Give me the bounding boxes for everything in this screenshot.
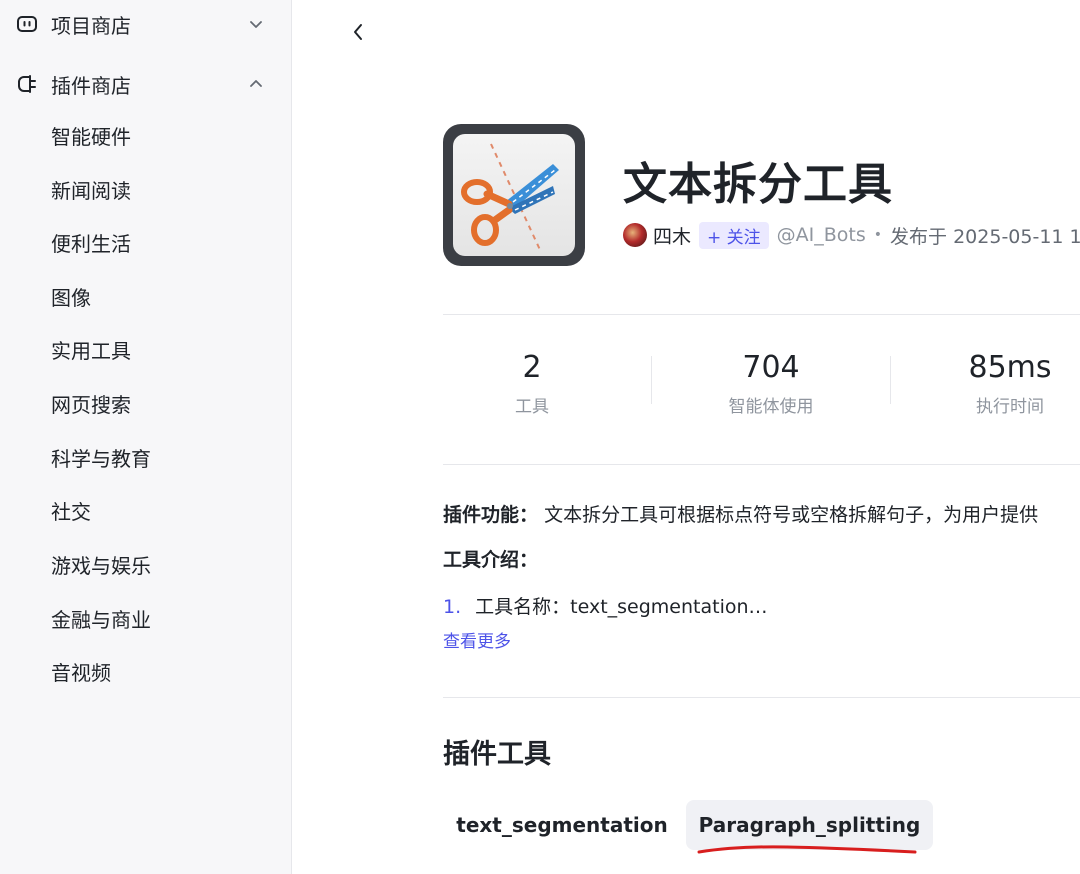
stat-tools: 2 工具 (442, 348, 622, 417)
sidebar-item-science[interactable]: 科学与教育 (51, 443, 271, 475)
sidebar-item-audio-video[interactable]: 音视频 (51, 657, 271, 689)
stat-value: 2 (522, 350, 542, 385)
list-index: 1. (443, 596, 462, 618)
plugin-detail: 文本拆分工具 四木 + 关注 @AI_Bots • 发布于 2025-05-11… (293, 0, 1080, 874)
stat-label: 工具 (515, 397, 549, 417)
sidebar: 项目商店 插件商店 智能硬件 新闻阅读 便利生活 图像 实用工具 网页搜索 科学… (0, 0, 292, 874)
tool-intro-text: 工具名称：text_segmentation… (475, 596, 768, 618)
sidebar-item-news[interactable]: 新闻阅读 (51, 175, 271, 207)
back-button[interactable] (345, 20, 371, 48)
author-meta: 四木 + 关注 @AI_Bots • 发布于 2025-05-11 1 (623, 220, 1080, 250)
stat-exec-time: 85ms 执行时间 (920, 348, 1080, 417)
red-annotation-underline (697, 845, 917, 854)
author-handle: @AI_Bots (776, 224, 866, 246)
tool-intro-heading: 工具介绍： (443, 549, 539, 571)
chevron-up-icon (246, 74, 266, 94)
meta-separator: • (873, 227, 883, 243)
divider (443, 464, 1080, 465)
sidebar-group-label: 插件商店 (51, 73, 131, 98)
chevron-left-icon (351, 22, 365, 46)
robot-icon (14, 11, 40, 37)
plug-icon (14, 71, 40, 97)
stat-divider (651, 356, 652, 404)
plugin-tools-heading: 插件工具 (443, 739, 551, 770)
sidebar-item-games[interactable]: 游戏与娱乐 (51, 550, 271, 582)
view-more-link[interactable]: 查看更多 (443, 627, 511, 652)
chevron-down-icon (246, 14, 266, 34)
author-name[interactable]: 四木 (653, 222, 691, 249)
divider (443, 314, 1080, 315)
divider (443, 697, 1080, 698)
sidebar-item-life[interactable]: 便利生活 (51, 228, 271, 260)
function-label: 插件功能： (443, 504, 539, 526)
sidebar-item-finance[interactable]: 金融与商业 (51, 604, 271, 636)
sidebar-item-social[interactable]: 社交 (51, 496, 271, 528)
sidebar-item-utilities[interactable]: 实用工具 (51, 335, 271, 367)
follow-button[interactable]: + 关注 (699, 221, 769, 249)
tab-text-segmentation[interactable]: text_segmentation (451, 800, 673, 850)
sidebar-item-image[interactable]: 图像 (51, 282, 271, 314)
sidebar-item-web-search[interactable]: 网页搜索 (51, 389, 271, 421)
publish-date: 发布于 2025-05-11 1 (890, 225, 1080, 248)
stat-agent-usage: 704 智能体使用 (681, 348, 861, 417)
stat-label: 智能体使用 (728, 397, 814, 417)
sidebar-group-project-store[interactable]: 项目商店 (0, 4, 292, 44)
sidebar-group-label: 项目商店 (51, 13, 131, 38)
stat-divider (890, 356, 891, 404)
plugin-function: 插件功能： 文本拆分工具可根据标点符号或空格拆解句子，为用户提供 (443, 500, 1038, 527)
stat-value: 85ms (968, 350, 1052, 385)
plugin-icon (443, 124, 585, 266)
stat-label: 执行时间 (976, 397, 1044, 417)
page-title: 文本拆分工具 (623, 159, 893, 210)
sidebar-item-smart-hardware[interactable]: 智能硬件 (51, 121, 271, 153)
function-text: 文本拆分工具可根据标点符号或空格拆解句子，为用户提供 (544, 504, 1039, 526)
sidebar-group-plugin-store[interactable]: 插件商店 (0, 64, 292, 104)
avatar[interactable] (623, 223, 647, 247)
stat-value: 704 (742, 350, 800, 385)
tool-intro-item: 1. 工具名称：text_segmentation… (443, 592, 768, 619)
